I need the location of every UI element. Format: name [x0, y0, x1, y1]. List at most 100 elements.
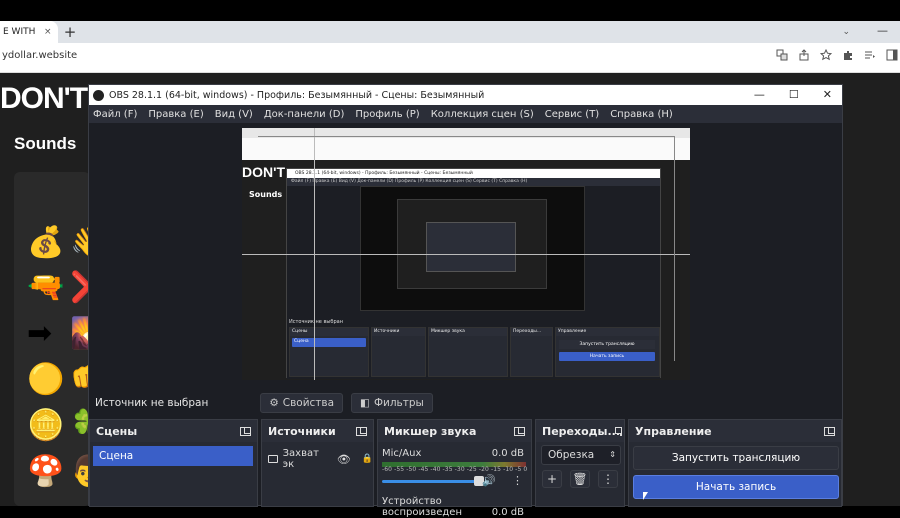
filters-button[interactable]: ◧ Фильтры [351, 393, 433, 413]
transitions-dock: Переходы... Обрезка ⇕ + 🗑 ⋮ [535, 419, 625, 507]
site-title: DON'T [0, 82, 88, 115]
obs-logo-icon [93, 89, 104, 101]
new-tab-button[interactable]: + [62, 21, 78, 43]
filters-label: Фильтры [373, 397, 424, 409]
source-list-item[interactable]: Захват эк 👁 🔒 [268, 448, 373, 470]
monitor-icon [268, 455, 278, 463]
menu-tools[interactable]: Сервис (T) [545, 109, 599, 120]
url-field[interactable]: ydollar.website [2, 50, 77, 61]
mixer-dock-title: Микшер звука [384, 424, 477, 438]
preview-dock-mixer: Микшер звука [428, 327, 508, 377]
source-toolbar: Источник не выбран ⚙ Свойства ◧ Фильтры [89, 391, 842, 415]
transition-select-value: Обрезка [548, 449, 595, 461]
controls-dock: Управление Запустить трансляцию Начать з… [628, 419, 842, 507]
address-bar: ydollar.website [0, 43, 900, 73]
trash-icon[interactable]: 🗑 [570, 470, 590, 488]
preview-guide-line [258, 136, 674, 137]
close-icon[interactable]: ✕ [823, 85, 832, 105]
menu-help[interactable]: Справка (H) [610, 109, 673, 120]
undock-icon[interactable] [240, 426, 251, 436]
transition-select[interactable]: Обрезка ⇕ [541, 445, 621, 465]
obs-window-title: OBS 28.1.1 (64-bit, windows) - Профиль: … [109, 89, 485, 101]
preview-dock-title: Источники [372, 328, 425, 336]
share-icon[interactable] [798, 49, 810, 61]
sound-button-coin[interactable]: 🪙 [27, 408, 64, 444]
menu-view[interactable]: Вид (V) [215, 109, 253, 120]
preview-canvas[interactable]: DON'T Sounds OBS 28.1.1 (64-bit, windows… [242, 128, 690, 380]
mixer-channel-level: 0.0 dB [491, 448, 524, 459]
sounds-heading: Sounds [14, 134, 77, 153]
mixer-channel-row: Mic/Aux 0.0 dB [382, 448, 524, 459]
scenes-dock-title: Сцены [96, 424, 138, 438]
preview-scene-item: Сцена [294, 339, 309, 344]
screen-top-bar [0, 0, 900, 21]
sound-button-moneybag[interactable]: 💰 [27, 225, 64, 261]
sound-button-oof[interactable]: 🟡 [27, 362, 64, 398]
preview-nested-canvas-2 [397, 199, 547, 289]
preview-no-source: Источник не выбран [289, 319, 343, 325]
add-transition-button[interactable]: + [542, 470, 562, 488]
browser-tab[interactable]: E WITH × [0, 21, 58, 43]
preview-address-bar [242, 138, 690, 160]
sources-dock-header: Источники [262, 420, 373, 442]
lock-icon[interactable]: 🔒 [362, 454, 373, 464]
scene-list-item[interactable]: Сцена [93, 446, 253, 466]
preview-dock-controls: Управление Запустить трансляцию Начать з… [555, 327, 660, 377]
minimize-icon[interactable]: — [754, 85, 765, 105]
volume-slider[interactable] [382, 476, 484, 486]
mixer-channel-name: Mic/Aux [382, 448, 422, 459]
preview-obs-title: OBS 28.1.1 (64-bit, windows) - Профиль: … [287, 169, 660, 178]
menu-edit[interactable]: Правка (E) [148, 109, 203, 120]
gear-icon: ⚙ [269, 397, 279, 409]
mixer-dock-header: Микшер звука [378, 420, 531, 442]
undock-icon[interactable] [514, 426, 525, 436]
eye-icon[interactable]: 👁 [337, 453, 351, 466]
source-item-label: Захват эк [282, 448, 319, 470]
translate-icon[interactable] [776, 49, 788, 61]
maximize-icon[interactable]: ☐ [789, 85, 799, 105]
more-vertical-icon[interactable]: ⋮ [512, 474, 523, 487]
sound-button-mario[interactable]: 🍄 [27, 454, 64, 490]
menu-docks[interactable]: Док-панели (D) [264, 109, 345, 120]
preview-dock-title: Управление [556, 328, 659, 336]
sources-dock-title: Источники [268, 424, 336, 438]
chevron-updown-icon: ⇕ [609, 450, 616, 459]
undock-icon[interactable] [356, 426, 367, 436]
chevron-down-icon[interactable]: ⌄ [842, 21, 850, 43]
preview-nested-canvas [360, 186, 585, 311]
preview-obs-window: OBS 28.1.1 (64-bit, windows) - Профиль: … [286, 168, 661, 379]
preview-dock-title: Микшер звука [429, 328, 507, 336]
preview-obs-menu: Файл (F) Правка (E) Вид (V) Док-панели (… [287, 178, 660, 186]
sidepanel-icon[interactable] [886, 49, 898, 61]
preview-record-button: Начать запись [559, 352, 655, 361]
speaker-icon[interactable]: 🔊 [482, 474, 496, 487]
obs-menubar: Файл (F) Правка (E) Вид (V) Док-панели (… [89, 105, 842, 123]
preview-dock-title: Переходы... [511, 328, 552, 336]
properties-button[interactable]: ⚙ Свойства [260, 393, 344, 413]
scenes-dock-header: Сцены [90, 420, 257, 442]
menu-profile[interactable]: Профиль (P) [355, 109, 419, 120]
sources-dock: Источники Захват эк 👁 🔒 [261, 419, 374, 507]
start-recording-button[interactable]: Начать запись [633, 475, 839, 499]
preview-guide-line [674, 136, 675, 361]
undock-icon[interactable] [824, 426, 835, 436]
playlist-icon[interactable] [864, 49, 876, 61]
preview-nested-canvas-3 [426, 222, 516, 272]
menu-scene-collection[interactable]: Коллекция сцен (S) [431, 109, 534, 120]
menu-file[interactable]: Файл (F) [93, 109, 137, 120]
minimize-icon[interactable]: — [877, 21, 888, 41]
sound-button-arrow[interactable]: ➡ [27, 316, 52, 352]
properties-label: Свойства [282, 397, 335, 409]
more-vertical-icon[interactable]: ⋮ [598, 470, 618, 488]
extension-icon[interactable] [842, 49, 854, 61]
close-icon[interactable]: × [44, 21, 52, 43]
transitions-dock-header: Переходы... [536, 420, 624, 442]
start-streaming-button[interactable]: Запустить трансляцию [633, 446, 839, 470]
mouse-cursor [643, 492, 648, 500]
transitions-dock-title: Переходы... [542, 424, 621, 438]
star-icon[interactable] [820, 49, 832, 61]
preview-stream-button: Запустить трансляцию [559, 340, 655, 349]
sound-button-gun[interactable]: 🔫 [27, 270, 64, 306]
undock-icon[interactable] [615, 426, 623, 436]
browser-tab-title: E WITH [3, 27, 36, 37]
